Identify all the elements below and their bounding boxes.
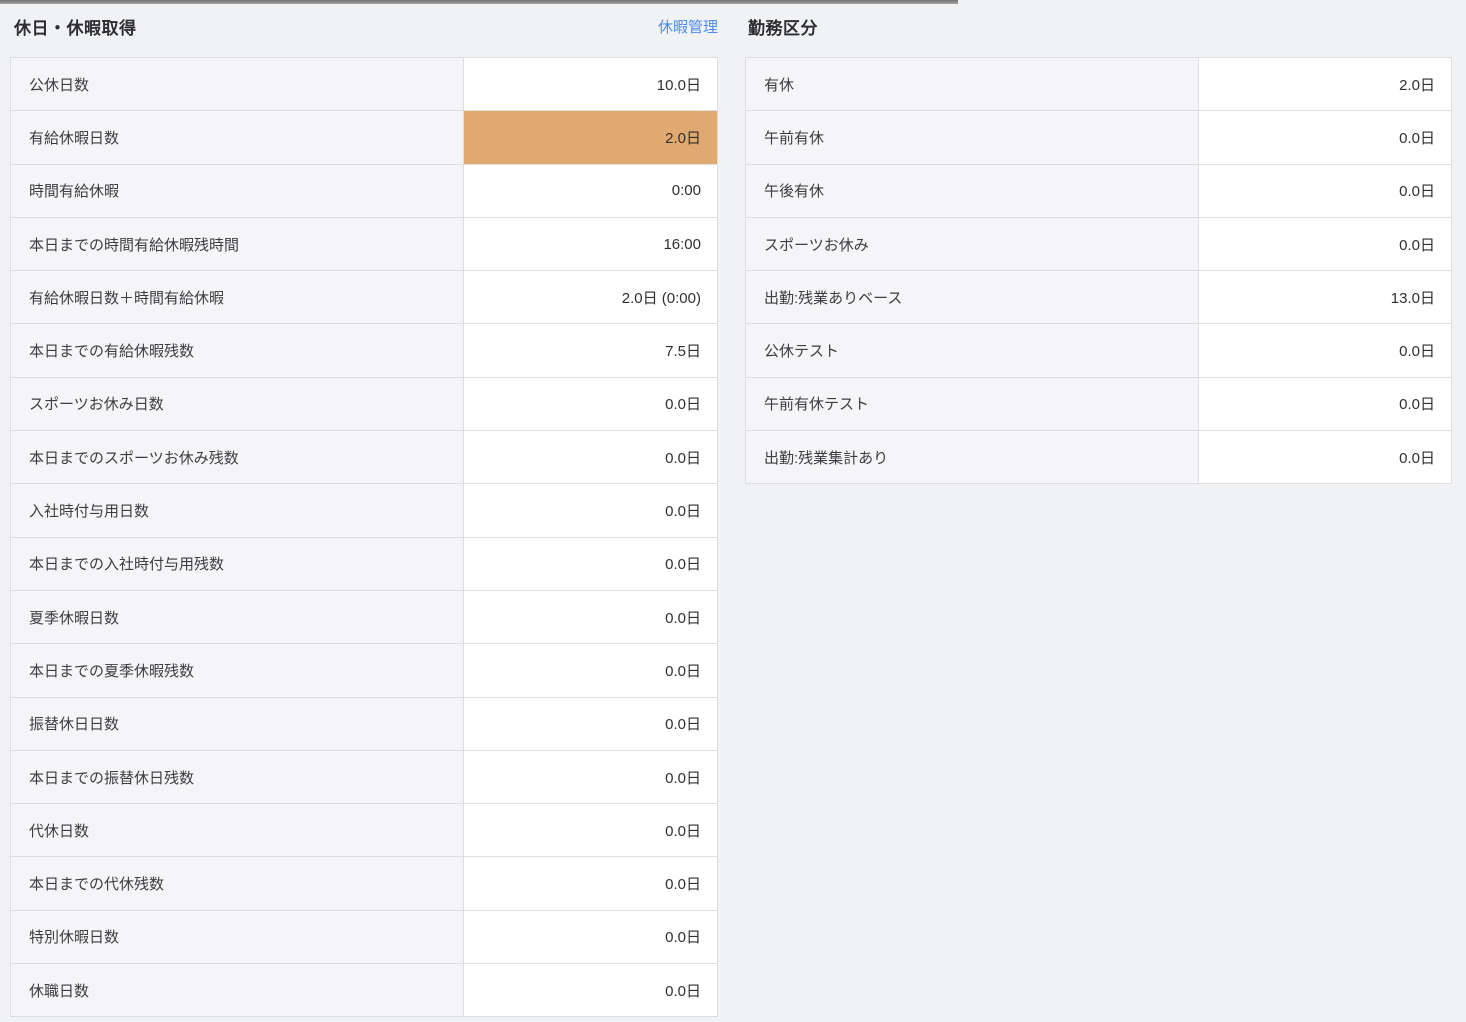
table-row: 振替休日日数0.0日 xyxy=(11,697,718,750)
table-row: 本日までの入社時付与用残数0.0日 xyxy=(11,537,718,590)
row-label: 振替休日日数 xyxy=(11,697,464,750)
row-value: 0.0日 xyxy=(464,377,718,430)
row-label: 午後有休 xyxy=(746,164,1199,217)
table-row: 有給休暇日数＋時間有給休暇2.0日 (0:00) xyxy=(11,271,718,324)
holiday-leave-table: 公休日数10.0日有給休暇日数2.0日時間有給休暇0:00本日までの時間有給休暇… xyxy=(10,57,718,1017)
row-value: 0.0日 xyxy=(464,750,718,803)
row-label: 入社時付与用日数 xyxy=(11,484,464,537)
row-label: 午前有休テスト xyxy=(746,377,1199,430)
row-value: 0.0日 xyxy=(464,910,718,963)
table-row: 本日までの夏季休暇残数0.0日 xyxy=(11,644,718,697)
table-row: 代休日数0.0日 xyxy=(11,804,718,857)
row-label: 夏季休暇日数 xyxy=(11,590,464,643)
row-value: 13.0日 xyxy=(1199,271,1452,324)
row-label: 公休テスト xyxy=(746,324,1199,377)
row-label: 代休日数 xyxy=(11,804,464,857)
row-value: 0.0日 xyxy=(464,964,718,1017)
table-row: スポーツお休み0.0日 xyxy=(746,217,1452,270)
row-label: 本日までの有給休暇残数 xyxy=(11,324,464,377)
work-type-table: 有休2.0日午前有休0.0日午後有休0.0日スポーツお休み0.0日出勤:残業あり… xyxy=(745,57,1452,484)
row-value: 0.0日 xyxy=(464,697,718,750)
row-value: 0.0日 xyxy=(464,484,718,537)
row-label: 本日までの代休残数 xyxy=(11,857,464,910)
table-row: 特別休暇日数0.0日 xyxy=(11,910,718,963)
table-row: 有休2.0日 xyxy=(746,58,1452,111)
table-row: 本日までの振替休日残数0.0日 xyxy=(11,750,718,803)
table-row: スポーツお休み日数0.0日 xyxy=(11,377,718,430)
table-row: 公休日数10.0日 xyxy=(11,58,718,111)
row-value: 2.0日 (0:00) xyxy=(464,271,718,324)
row-value: 0.0日 xyxy=(464,644,718,697)
work-type-panel-header: 勤務区分 xyxy=(745,12,1452,40)
table-row: 時間有給休暇0:00 xyxy=(11,164,718,217)
row-value: 0.0日 xyxy=(1199,217,1452,270)
table-row: 出勤:残業集計あり0.0日 xyxy=(746,431,1452,484)
row-label: 本日までの入社時付与用残数 xyxy=(11,537,464,590)
table-row: 午後有休0.0日 xyxy=(746,164,1452,217)
row-value: 0.0日 xyxy=(1199,431,1452,484)
row-value: 0.0日 xyxy=(1199,111,1452,164)
table-row: 休職日数0.0日 xyxy=(11,964,718,1017)
row-label: 有休 xyxy=(746,58,1199,111)
row-value: 0.0日 xyxy=(1199,377,1452,430)
table-row: 有給休暇日数2.0日 xyxy=(11,111,718,164)
row-label: 午前有休 xyxy=(746,111,1199,164)
work-type-panel-title: 勤務区分 xyxy=(748,14,818,39)
row-label: 有給休暇日数＋時間有給休暇 xyxy=(11,271,464,324)
row-label: 本日までの夏季休暇残数 xyxy=(11,644,464,697)
row-label: 出勤:残業ありベース xyxy=(746,271,1199,324)
row-label: 公休日数 xyxy=(11,58,464,111)
row-value: 0.0日 xyxy=(1199,164,1452,217)
row-label: スポーツお休み xyxy=(746,217,1199,270)
row-value: 0:00 xyxy=(464,164,718,217)
row-value: 0.0日 xyxy=(464,537,718,590)
row-value-highlighted[interactable]: 2.0日 xyxy=(464,111,718,164)
holiday-panel-header: 休日・休暇取得 休暇管理 xyxy=(10,12,718,40)
row-label: 出勤:残業集計あり xyxy=(746,431,1199,484)
table-row: 入社時付与用日数0.0日 xyxy=(11,484,718,537)
row-label: スポーツお休み日数 xyxy=(11,377,464,430)
row-value: 0.0日 xyxy=(464,431,718,484)
table-row: 本日までの時間有給休暇残時間16:00 xyxy=(11,217,718,270)
row-label: 本日までの時間有給休暇残時間 xyxy=(11,217,464,270)
holiday-panel-title: 休日・休暇取得 xyxy=(14,14,137,39)
row-value: 0.0日 xyxy=(464,590,718,643)
table-row: 本日までの代休残数0.0日 xyxy=(11,857,718,910)
row-value: 7.5日 xyxy=(464,324,718,377)
leave-management-link[interactable]: 休暇管理 xyxy=(658,16,718,37)
row-label: 時間有給休暇 xyxy=(11,164,464,217)
table-row: 本日までのスポーツお休み残数0.0日 xyxy=(11,431,718,484)
row-value: 2.0日 xyxy=(1199,58,1452,111)
row-value: 0.0日 xyxy=(1199,324,1452,377)
row-label: 有給休暇日数 xyxy=(11,111,464,164)
row-label: 休職日数 xyxy=(11,964,464,1017)
top-divider-bar xyxy=(0,0,958,4)
table-row: 夏季休暇日数0.0日 xyxy=(11,590,718,643)
table-row: 本日までの有給休暇残数7.5日 xyxy=(11,324,718,377)
row-value: 16:00 xyxy=(464,217,718,270)
row-value: 10.0日 xyxy=(464,58,718,111)
table-row: 出勤:残業ありベース13.0日 xyxy=(746,271,1452,324)
row-value: 0.0日 xyxy=(464,804,718,857)
table-row: 午前有休0.0日 xyxy=(746,111,1452,164)
table-row: 午前有休テスト0.0日 xyxy=(746,377,1452,430)
row-label: 本日までのスポーツお休み残数 xyxy=(11,431,464,484)
table-row: 公休テスト0.0日 xyxy=(746,324,1452,377)
row-value: 0.0日 xyxy=(464,857,718,910)
row-label: 特別休暇日数 xyxy=(11,910,464,963)
row-label: 本日までの振替休日残数 xyxy=(11,750,464,803)
